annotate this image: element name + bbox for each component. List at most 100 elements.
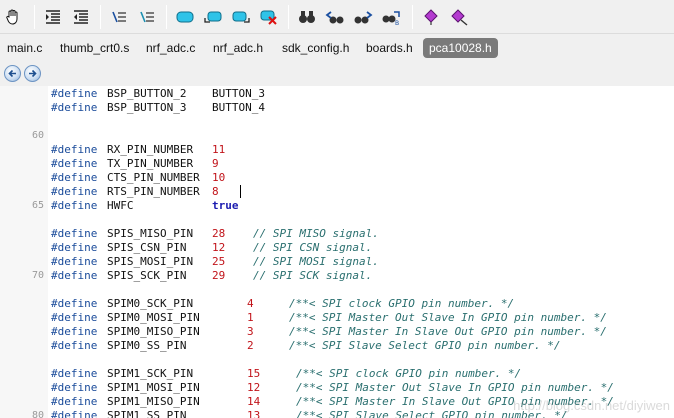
hand-icon[interactable] bbox=[2, 6, 24, 28]
tab-main-c[interactable]: main.c bbox=[7, 38, 42, 58]
define-keyword: #define bbox=[51, 101, 98, 114]
macro-name: SPIM0_SCK_PIN bbox=[107, 297, 194, 310]
code-line: #define SPIM1_MOSI_PIN 12 /**< SPI Master O… bbox=[0, 381, 674, 395]
breakpoint-icon[interactable] bbox=[420, 6, 442, 28]
breakpoint-clear-icon[interactable] bbox=[448, 6, 470, 28]
define-keyword: #define bbox=[51, 381, 98, 394]
find-prev-icon[interactable] bbox=[324, 6, 346, 28]
define-keyword: #define bbox=[51, 157, 98, 170]
code-line: #define SPIS_CSN_PIN 12 // SPI CSN signal. bbox=[0, 241, 674, 255]
macro-value: 10 bbox=[212, 171, 226, 184]
macro-name: SPIM0_MOSI_PIN bbox=[107, 311, 200, 324]
macro-name: SPIM1_MISO_PIN bbox=[107, 395, 200, 408]
find-next-icon[interactable] bbox=[352, 6, 374, 28]
comment-icon[interactable] bbox=[108, 6, 130, 28]
code-line: #define SPIS_MOSI_PIN 25 // SPI MOSI signal… bbox=[0, 255, 674, 269]
macro-name: SPIS_SCK_PIN bbox=[107, 269, 187, 282]
tab-nrf-adc-c[interactable]: nrf_adc.c bbox=[146, 38, 195, 58]
define-keyword: #define bbox=[51, 325, 98, 338]
tab-nrf-adc-h[interactable]: nrf_adc.h bbox=[213, 38, 263, 58]
bookmark-toggle-icon[interactable] bbox=[174, 6, 196, 28]
macro-value: 15 bbox=[247, 367, 261, 380]
macro-name: TX_PIN_NUMBER bbox=[107, 157, 194, 170]
macro-value: 13 bbox=[247, 409, 261, 418]
find-icon[interactable] bbox=[296, 6, 318, 28]
toolbar-separator bbox=[166, 5, 167, 29]
tab-thumb-crt0-s[interactable]: thumb_crt0.s bbox=[60, 38, 129, 58]
watermark: http://blog.csdn.net/diyiwen bbox=[513, 398, 670, 413]
macro-value: 12 bbox=[247, 381, 261, 394]
macro-name: SPIS_CSN_PIN bbox=[107, 241, 187, 254]
code-line: #define SPIS_MISO_PIN 28 // SPI MISO signal… bbox=[0, 227, 674, 241]
macro-value: BUTTON_4 bbox=[212, 101, 265, 114]
code-comment: /**< SPI clock GPIO pin number. */ bbox=[289, 297, 515, 310]
macro-name: CTS_PIN_NUMBER bbox=[107, 171, 200, 184]
outdent-icon[interactable] bbox=[70, 6, 92, 28]
toolbar-separator bbox=[34, 5, 35, 29]
macro-value: 29 bbox=[212, 269, 226, 282]
define-keyword: #define bbox=[51, 339, 98, 352]
define-keyword: #define bbox=[51, 185, 98, 198]
define-keyword: #define bbox=[51, 311, 98, 324]
line-number: 65 bbox=[31, 200, 44, 211]
code-line: 70 #define SPIS_SCK_PIN 29 // SPI SCK signal… bbox=[0, 269, 674, 283]
macro-name: SPIM1_MOSI_PIN bbox=[107, 381, 200, 394]
macro-value: 9 bbox=[212, 157, 219, 170]
code-editor[interactable]: #define BSP_BUTTON_2 BUTTON_3 #define BSP_BU… bbox=[0, 86, 674, 418]
line-number: 70 bbox=[31, 270, 44, 281]
code-line: #define RX_PIN_NUMBER 11 bbox=[0, 143, 674, 157]
define-keyword: #define bbox=[51, 171, 98, 184]
tab-boards-h[interactable]: boards.h bbox=[366, 38, 413, 58]
macro-value: 1 bbox=[247, 311, 254, 324]
macro-value: 3 bbox=[247, 325, 254, 338]
macro-name: SPIS_MOSI_PIN bbox=[107, 255, 194, 268]
svg-text:B: B bbox=[395, 20, 399, 26]
macro-name: SPIM0_SS_PIN bbox=[107, 339, 187, 352]
macro-name: SPIM1_SCK_PIN bbox=[107, 367, 194, 380]
tab-pca10028-h[interactable]: pca10028.h bbox=[423, 38, 498, 58]
macro-name: SPIM1_SS_PIN bbox=[107, 409, 187, 418]
toolbar-separator bbox=[412, 5, 413, 29]
define-keyword: #define bbox=[51, 409, 98, 418]
code-comment: /**< SPI Slave Select GPIO pin number. *… bbox=[289, 339, 561, 352]
macro-name: SPIS_MISO_PIN bbox=[107, 227, 194, 240]
code-line: #define BSP_BUTTON_2 BUTTON_3 bbox=[0, 87, 674, 101]
code-comment: /**< SPI Master Out Slave In GPIO pin nu… bbox=[289, 311, 607, 324]
bookmark-next-icon[interactable] bbox=[230, 6, 252, 28]
bookmark-prev-icon[interactable] bbox=[202, 6, 224, 28]
replace-icon[interactable]: B bbox=[380, 6, 402, 28]
macro-value: 12 bbox=[212, 241, 226, 254]
macro-value: 25 bbox=[212, 255, 226, 268]
macro-name: HWFC bbox=[107, 199, 134, 212]
text-caret bbox=[240, 185, 241, 198]
bookmark-clear-icon[interactable] bbox=[258, 6, 280, 28]
define-keyword: #define bbox=[51, 143, 98, 156]
code-comment: // SPI CSN signal. bbox=[253, 241, 373, 254]
define-keyword: #define bbox=[51, 269, 98, 282]
code-line: 65 #define HWFC true bbox=[0, 199, 674, 213]
define-keyword: #define bbox=[51, 255, 98, 268]
code-comment: /**< SPI Master In Slave Out GPIO pin nu… bbox=[289, 325, 607, 338]
macro-value: BUTTON_3 bbox=[212, 87, 265, 100]
define-keyword: #define bbox=[51, 199, 98, 212]
code-comment: /**< SPI clock GPIO pin number. */ bbox=[296, 367, 522, 380]
define-keyword: #define bbox=[51, 87, 98, 100]
code-line: #define RTS_PIN_NUMBER 8 bbox=[0, 185, 674, 199]
indent-icon[interactable] bbox=[42, 6, 64, 28]
line-number: 60 bbox=[31, 130, 44, 141]
toolbar-separator bbox=[100, 5, 101, 29]
back-icon[interactable] bbox=[4, 65, 21, 82]
tab-sdk-config-h[interactable]: sdk_config.h bbox=[282, 38, 349, 58]
uncomment-icon[interactable] bbox=[136, 6, 158, 28]
forward-icon[interactable] bbox=[24, 65, 41, 82]
macro-value: 8 bbox=[212, 185, 219, 198]
code-comment: /**< SPI Master Out Slave In GPIO pin nu… bbox=[296, 381, 614, 394]
code-line: #define SPIM0_MISO_PIN 3 /**< SPI Master In… bbox=[0, 325, 674, 339]
code-comment: // SPI MOSI signal. bbox=[253, 255, 379, 268]
define-keyword: #define bbox=[51, 367, 98, 380]
macro-name: BSP_BUTTON_2 bbox=[107, 87, 187, 100]
